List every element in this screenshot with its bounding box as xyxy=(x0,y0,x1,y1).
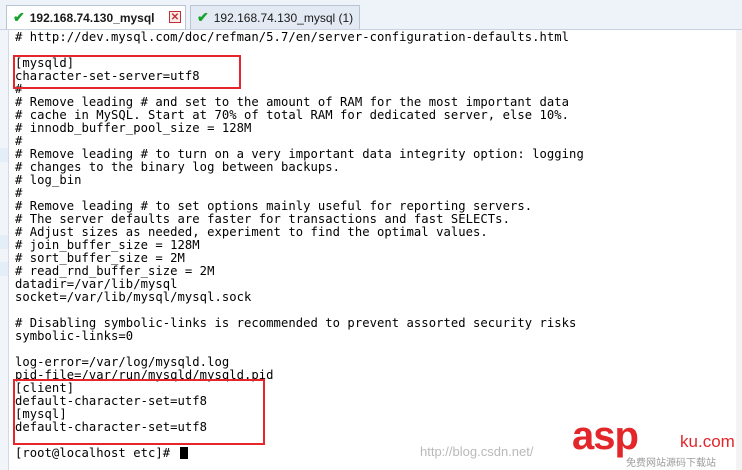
terminal-line: socket=/var/lib/mysql/mysql.sock xyxy=(15,290,252,304)
connected-check-icon: ✔ xyxy=(197,9,209,25)
brand-logo: asp ku.com 免费网站源码下载站 xyxy=(572,416,740,470)
connected-check-icon: ✔ xyxy=(13,9,25,25)
terminal-line: # http://dev.mysql.com/doc/refman/5.7/en… xyxy=(15,30,570,44)
tab-mysql-1[interactable]: ✔ 192.168.74.130_mysql (1) xyxy=(190,5,360,29)
brand-subtitle: 免费网站源码下载站 xyxy=(626,458,716,469)
tab-bar: ✔ 192.168.74.130_mysql ✕ ✔ 192.168.74.13… xyxy=(0,0,742,30)
terminal-line: symbolic-links=0 xyxy=(15,329,134,343)
terminal-line: # innodb_buffer_pool_size = 128M xyxy=(15,121,252,135)
terminal-line: # log_bin xyxy=(15,173,82,187)
side-mark xyxy=(0,235,8,249)
side-strip xyxy=(0,30,9,470)
tab-label: 192.168.74.130_mysql (1) xyxy=(213,10,354,25)
side-mark xyxy=(0,262,8,276)
side-mark xyxy=(0,148,8,162)
highlight-mysqld-section xyxy=(13,55,241,89)
brand-tld: ku.com xyxy=(680,432,735,451)
terminal-line: # changes to the binary log between back… xyxy=(15,160,341,174)
close-icon[interactable]: ✕ xyxy=(169,11,181,23)
text-cursor xyxy=(179,447,188,459)
tab-label: 192.168.74.130_mysql xyxy=(29,10,155,25)
tab-mysql[interactable]: ✔ 192.168.74.130_mysql ✕ xyxy=(6,5,186,29)
highlight-client-section xyxy=(13,379,265,445)
scrollbar[interactable] xyxy=(736,30,742,470)
brand-word: asp xyxy=(572,414,639,458)
watermark-url: http://blog.csdn.net/ xyxy=(420,444,534,459)
